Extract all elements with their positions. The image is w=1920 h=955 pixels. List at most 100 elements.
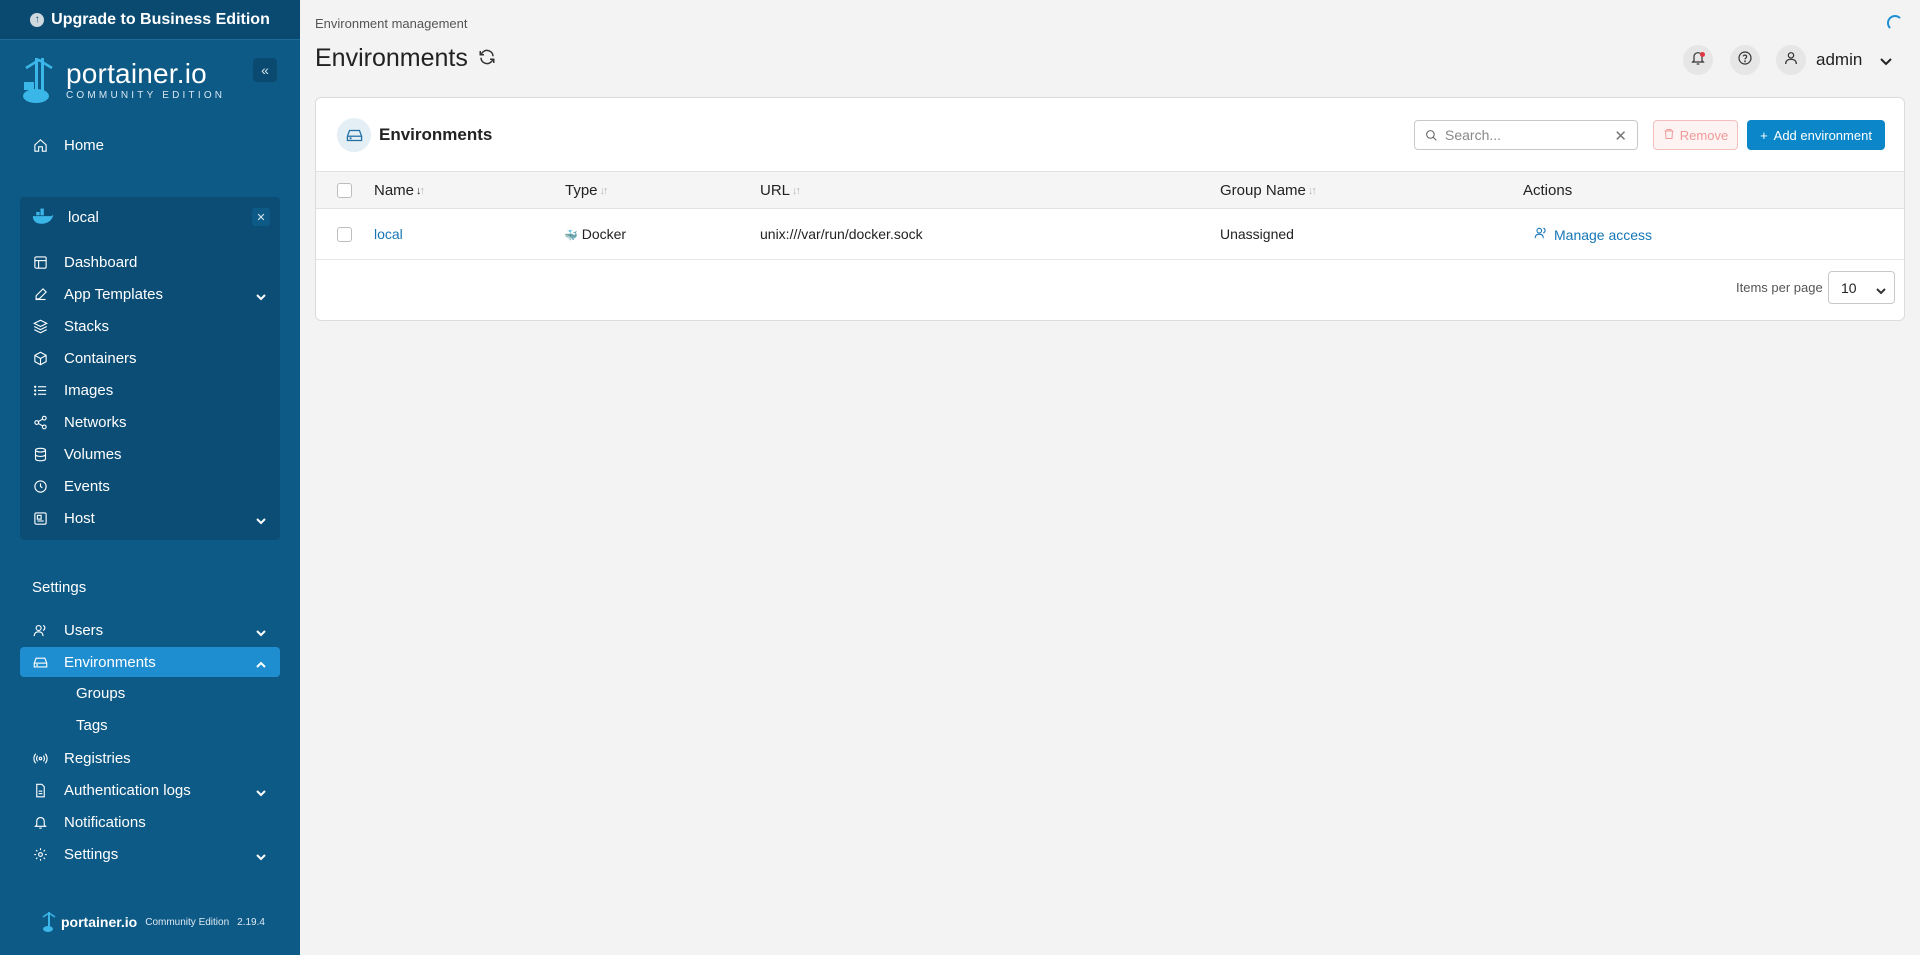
help-button[interactable] (1730, 45, 1760, 75)
select-all-checkbox[interactable] (337, 183, 352, 198)
sidebar-item-events[interactable]: Events (20, 471, 280, 501)
sidebar-item-label: App Templates (64, 285, 163, 303)
environment-name-link[interactable]: local (374, 226, 403, 242)
sidebar-item-stacks[interactable]: Stacks (20, 311, 280, 341)
user-icon (1783, 50, 1799, 70)
brand-edition: COMMUNITY EDITION (66, 89, 226, 101)
portainer-small-icon (42, 912, 56, 932)
upgrade-label: Upgrade to Business Edition (51, 10, 270, 28)
column-header-url[interactable]: URL ↓↑ (760, 182, 801, 199)
sidebar-item-users[interactable]: Users (20, 615, 280, 645)
search-box[interactable]: ✕ (1414, 120, 1638, 150)
environment-name: local (68, 208, 99, 226)
dashboard-icon (31, 253, 49, 271)
trash-icon (1663, 128, 1675, 143)
users-icon (31, 621, 49, 639)
sidebar-item-dashboard[interactable]: Dashboard (20, 247, 280, 277)
clock-icon (31, 477, 49, 495)
column-header-name[interactable]: Name ↓↑ (374, 182, 425, 199)
edit-icon (31, 285, 49, 303)
sidebar-item-app-templates[interactable]: App Templates (20, 279, 280, 309)
database-icon (31, 445, 49, 463)
sort-icon: ↓↑ (599, 184, 609, 197)
search-icon (1425, 129, 1438, 142)
portainer-crane-icon (23, 58, 53, 103)
remove-button-label: Remove (1679, 127, 1729, 143)
docker-icon: 🐳 (564, 230, 578, 242)
list-icon (31, 381, 49, 399)
items-per-page-select[interactable]: 10 (1828, 271, 1895, 304)
upgrade-banner[interactable]: ↑ Upgrade to Business Edition (0, 0, 300, 40)
card-header: Environments ✕ Remove + Add environment (316, 98, 1904, 172)
sidebar: ↑ Upgrade to Business Edition portainer.… (0, 0, 300, 955)
refresh-icon[interactable] (478, 44, 496, 73)
notifications-button[interactable] (1683, 45, 1713, 75)
sidebar-item-settings[interactable]: Settings (20, 839, 280, 869)
environment-header[interactable]: local ✕ (20, 197, 280, 237)
column-header-type[interactable]: Type ↓↑ (565, 182, 609, 199)
sidebar-item-images[interactable]: Images (20, 375, 280, 405)
sidebar-item-label: Home (64, 136, 105, 154)
collapse-sidebar-button[interactable]: « (253, 58, 277, 82)
sidebar-item-containers[interactable]: Containers (20, 343, 280, 373)
chevron-down-icon (256, 513, 266, 525)
chevron-down-icon[interactable] (1880, 54, 1892, 66)
sidebar-item-notifications[interactable]: Notifications (20, 807, 280, 837)
clear-search-icon[interactable]: ✕ (1614, 127, 1627, 145)
footer-brand: portainer.io Community Edition 2.19.4 (42, 912, 265, 932)
hard-drive-icon (31, 653, 49, 671)
chevron-down-icon (1876, 283, 1886, 299)
sidebar-item-label: Notifications (64, 813, 146, 831)
sidebar-item-label: Authentication logs (64, 781, 191, 799)
sidebar-item-host[interactable]: Host (20, 503, 280, 533)
server-icon (31, 509, 49, 527)
sidebar-item-volumes[interactable]: Volumes (20, 439, 280, 469)
items-per-page-label: Items per page (1736, 280, 1823, 295)
sidebar-item-environments[interactable]: Environments (20, 647, 280, 677)
card-title: Environments (379, 125, 493, 144)
close-environment-button[interactable]: ✕ (252, 208, 270, 226)
help-circle-icon (1737, 50, 1753, 70)
sidebar-item-label: Events (64, 477, 110, 495)
page-title: Environments (315, 44, 468, 72)
box-icon (31, 349, 49, 367)
upgrade-icon: ↑ (30, 12, 45, 27)
notification-dot (1700, 52, 1705, 57)
footer-version: 2.19.4 (237, 916, 265, 928)
sort-icon: ↓↑ (1307, 184, 1317, 197)
portainer-logo[interactable]: portainer.io COMMUNITY EDITION (20, 56, 225, 104)
sidebar-item-label: Registries (64, 749, 131, 767)
remove-button[interactable]: Remove (1653, 120, 1738, 150)
sidebar-item-networks[interactable]: Networks (20, 407, 280, 437)
share-icon (31, 413, 49, 431)
sidebar-subitem-groups[interactable]: Groups (76, 685, 125, 702)
footer-brand-name: portainer.io (61, 914, 138, 930)
environment-url: unix:///var/run/docker.sock (760, 226, 923, 242)
radio-icon (31, 749, 49, 767)
chevron-down-icon (256, 849, 266, 861)
sidebar-subitem-tags[interactable]: Tags (76, 717, 108, 734)
user-menu-button[interactable] (1776, 45, 1806, 75)
sidebar-item-label: Host (64, 509, 95, 527)
column-header-group-name[interactable]: Group Name ↓↑ (1220, 182, 1317, 199)
file-text-icon (31, 781, 49, 799)
sidebar-item-label: Dashboard (64, 253, 138, 271)
chevron-down-icon (256, 289, 266, 301)
user-name[interactable]: admin (1816, 50, 1862, 70)
sidebar-item-home[interactable]: Home (20, 130, 280, 160)
sidebar-item-label: Users (64, 621, 104, 639)
brand-name: portainer.io (66, 57, 207, 89)
manage-access-link[interactable]: Manage access (1534, 226, 1652, 243)
row-checkbox[interactable] (337, 227, 352, 242)
users-icon (1534, 226, 1548, 243)
sidebar-item-label: Stacks (64, 317, 110, 335)
table-row: local 🐳 Docker unix:///var/run/docker.soc… (316, 209, 1904, 260)
add-environment-button[interactable]: + Add environment (1747, 120, 1885, 150)
sidebar-item-label: Images (64, 381, 114, 399)
sidebar-item-authentication-logs[interactable]: Authentication logs (20, 775, 280, 805)
double-chevron-left-icon: « (261, 62, 269, 78)
page-title-row: Environments (315, 44, 496, 73)
sidebar-item-registries[interactable]: Registries (20, 743, 280, 773)
items-per-page-value: 10 (1841, 279, 1857, 296)
search-input[interactable] (1445, 127, 1605, 143)
